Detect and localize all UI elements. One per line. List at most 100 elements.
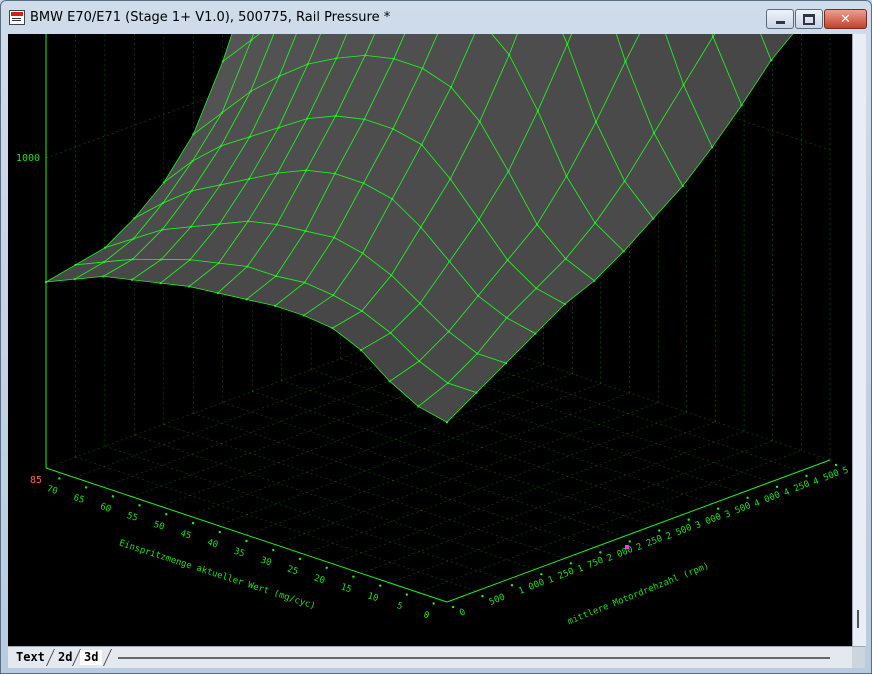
surface-node: [507, 170, 510, 173]
floor-grid-line: [75, 456, 477, 592]
x-tick-label: 50: [152, 520, 165, 533]
surface-node: [162, 181, 165, 184]
surface-node: [389, 331, 392, 334]
surface-node: [248, 135, 251, 138]
surface-node: [388, 380, 391, 383]
minimize-button[interactable]: [766, 9, 794, 29]
x-tick-label: 60: [99, 502, 112, 515]
surface-node: [536, 223, 539, 226]
surface-node: [221, 60, 224, 63]
x-tick-label: 25: [286, 565, 299, 578]
tab-text[interactable]: Text: [12, 650, 49, 665]
x-tick-mark: [245, 539, 248, 543]
surface-node: [45, 281, 47, 283]
selection-marker: [624, 544, 629, 549]
surface-node: [364, 54, 367, 57]
surface-node: [333, 236, 336, 239]
floor-grid-line: [418, 450, 802, 593]
surface-node: [361, 252, 364, 255]
surface-node: [188, 285, 191, 288]
y-tick-mark: [510, 583, 514, 587]
y-tick-label: 2 500: [665, 523, 694, 542]
x-tick-label: 0: [422, 610, 430, 621]
surface-node: [192, 133, 195, 136]
surface-node: [593, 279, 596, 282]
y-tick-label: 4 250: [782, 479, 811, 498]
surface-node: [219, 183, 222, 186]
surface-node: [536, 109, 539, 112]
surface-node: [334, 114, 337, 117]
floor-grid-line: [281, 380, 683, 515]
scrollbar-corner: [852, 647, 865, 668]
x-tick-mark: [138, 504, 141, 507]
surface-node: [446, 421, 448, 424]
surface-node: [450, 86, 453, 89]
surface-node: [305, 169, 308, 172]
surface-node: [102, 275, 105, 278]
floor-grid-line: [189, 373, 573, 517]
app-icon[interactable]: [9, 10, 25, 25]
surface-node: [131, 258, 134, 261]
title-bar[interactable]: BMW E70/E71 (Stage 1+ V1.0), 500775, Rai…: [1, 1, 871, 35]
surface-node: [681, 185, 684, 188]
tab-3d[interactable]: 3d: [80, 650, 103, 665]
x-tick-label: 35: [232, 547, 245, 560]
y-tick-mark: [569, 562, 573, 565]
surface-node: [419, 226, 422, 229]
map-editor: 2000100085706560555045403530252015105005…: [8, 34, 866, 668]
surface-node: [103, 246, 106, 249]
y-tick-mark: [746, 496, 749, 499]
y-tick-label: 500: [488, 592, 507, 607]
floor-grid-line: [275, 402, 659, 545]
surface-node: [478, 120, 481, 123]
surface-node: [418, 302, 421, 305]
surface-node: [275, 223, 278, 226]
x-tick-mark: [58, 477, 61, 480]
surface-node: [217, 262, 220, 265]
x-tick-mark: [84, 486, 88, 489]
y-tick-mark: [658, 529, 661, 532]
vertical-scroll-thumb[interactable]: [857, 610, 859, 628]
surface-node: [565, 175, 568, 178]
surface-node: [653, 132, 656, 135]
x-tick-label: 10: [366, 591, 379, 604]
surface-node: [449, 178, 452, 181]
surface-node: [566, 43, 569, 46]
surface-node: [132, 237, 135, 240]
surface-node: [191, 160, 194, 163]
surface-node: [159, 282, 162, 285]
x-tick-mark: [325, 566, 328, 569]
surface-node: [362, 182, 365, 185]
x-tick-mark: [352, 575, 355, 578]
surface-node: [475, 391, 478, 394]
surface-node: [130, 278, 133, 281]
surface-node: [190, 189, 193, 192]
surface-node: [652, 217, 655, 220]
surface-node: [624, 60, 627, 63]
x-tick-mark: [165, 513, 168, 516]
close-button[interactable]: ✕: [824, 9, 867, 29]
x-tick-label: 15: [339, 582, 352, 595]
floor-grid-line: [217, 383, 601, 526]
maximize-button[interactable]: [795, 9, 823, 29]
surface-node: [189, 225, 192, 228]
surface-node: [335, 57, 338, 60]
surface-node: [218, 223, 221, 226]
y-tick-label: 1 750: [576, 556, 605, 575]
y-tick-mark: [540, 573, 543, 576]
chart-3d-view[interactable]: 2000100085706560555045403530252015105005…: [8, 34, 852, 646]
y-tick-label: 2 250: [635, 534, 664, 553]
surface-node: [304, 230, 307, 233]
surface-node: [276, 172, 279, 175]
surface-node: [363, 118, 366, 121]
x-tick-mark: [272, 548, 275, 552]
vertical-scrollbar[interactable]: [852, 34, 866, 646]
y-tick-mark: [775, 485, 779, 489]
surface-chart[interactable]: 2000100085706560555045403530252015105005…: [8, 34, 852, 646]
x-tick-label: 45: [179, 529, 192, 542]
z-min-label: 85: [30, 475, 42, 486]
surface-node: [476, 352, 479, 355]
horizontal-scrollbar[interactable]: [118, 657, 830, 659]
floor-grid-line: [311, 369, 713, 504]
x-tick-mark: [298, 557, 302, 561]
